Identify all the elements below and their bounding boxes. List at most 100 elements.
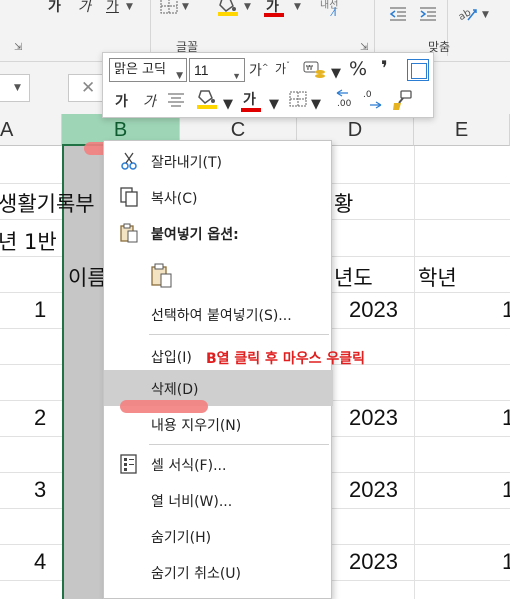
- chevron-down-icon[interactable]: ▼: [14, 83, 21, 93]
- decrease-indent-icon[interactable]: [388, 6, 408, 22]
- accounting-format-icon[interactable]: ₩: [303, 59, 327, 81]
- grade-cell[interactable]: 1: [502, 549, 510, 575]
- borders-icon[interactable]: [289, 91, 307, 107]
- number-cell[interactable]: 4: [34, 549, 46, 575]
- format-as-table-icon[interactable]: [407, 59, 429, 81]
- font-size-value: 11: [194, 62, 209, 78]
- launcher-icon[interactable]: ⇲: [14, 42, 22, 53]
- font-color-bar: [241, 108, 261, 112]
- year-header-cell[interactable]: 년도: [334, 262, 373, 292]
- fill-color-icon[interactable]: [195, 88, 217, 110]
- menu-item-label: 삽입(I): [151, 350, 192, 366]
- year-cell[interactable]: 2023: [349, 549, 398, 575]
- menu-item-label: 선택하여 붙여넣기(S)...: [151, 308, 292, 324]
- chevron-down-icon[interactable]: ▼: [182, 2, 189, 12]
- gridline: [414, 146, 415, 599]
- underline-button[interactable]: 가: [106, 0, 119, 16]
- italic-button[interactable]: 가: [143, 91, 156, 111]
- scissors-icon: [118, 150, 140, 172]
- year-cell[interactable]: 2023: [349, 297, 398, 323]
- menu-item-label: 숨기기 취소(U): [151, 566, 242, 582]
- italic-button[interactable]: 가: [78, 0, 91, 16]
- column-header-a[interactable]: A: [0, 114, 62, 146]
- wrap-icon[interactable]: ⁄ꟾ: [332, 8, 337, 19]
- menu-item-unhide[interactable]: 숨기기 취소(U): [104, 554, 333, 590]
- chevron-down-icon[interactable]: ▼: [294, 2, 301, 12]
- font-color-glyph: 가: [243, 92, 256, 108]
- number-cell[interactable]: 3: [34, 477, 46, 503]
- grade-cell[interactable]: 1: [502, 297, 510, 323]
- format-painter-icon[interactable]: [391, 89, 413, 111]
- shrink-font-button[interactable]: 가ˇ: [275, 60, 290, 77]
- paste-button[interactable]: [104, 255, 333, 295]
- context-menu: 잘라내기(T) 복사(C) 붙여넣기 옵션: 선택하여 붙여넣기(S)... 삽…: [103, 140, 333, 599]
- menu-item-label: 삭제(D): [151, 382, 199, 398]
- chevron-down-icon[interactable]: ▼: [311, 97, 321, 112]
- divider: [150, 0, 151, 56]
- copy-icon: [118, 186, 140, 208]
- font-color-button[interactable]: 가: [241, 89, 261, 112]
- align-center-icon[interactable]: [167, 92, 185, 108]
- chevron-down-icon[interactable]: ▼: [482, 10, 489, 20]
- name-box[interactable]: ▼: [0, 74, 30, 102]
- increase-indent-icon[interactable]: [418, 6, 438, 22]
- font-size-select[interactable]: 11 ▼: [189, 58, 245, 82]
- divider: [374, 0, 375, 56]
- increase-decimal-icon[interactable]: .00: [335, 87, 357, 113]
- mini-toolbar: 맑은 고딕 ▼ 11 ▼ 가^ 가ˇ ₩ ▼ % ❜ 가 가 ▼ 가 ▼ ▼ .00…: [102, 52, 434, 118]
- title-tail-cell[interactable]: 황: [334, 188, 353, 218]
- number-cell[interactable]: 2: [34, 405, 46, 431]
- percent-style-button[interactable]: %: [349, 58, 367, 80]
- menu-item-cut[interactable]: 잘라내기(T): [104, 143, 333, 179]
- chevron-down-icon[interactable]: ▼: [244, 2, 251, 12]
- grade-cell[interactable]: 1: [502, 405, 510, 431]
- menu-item-paste-special[interactable]: 선택하여 붙여넣기(S)...: [104, 296, 333, 332]
- menu-divider: [149, 444, 329, 445]
- grade-header-cell[interactable]: 학년: [418, 262, 457, 292]
- menu-item-label: 셀 서식(F)...: [151, 458, 227, 474]
- increase-decimal-label: .00: [337, 99, 352, 109]
- chevron-down-icon[interactable]: ▼: [223, 97, 233, 112]
- comma-style-button[interactable]: ❜: [381, 56, 388, 80]
- grow-font-glyph: 가: [249, 63, 262, 79]
- menu-item-label: 붙여넣기 옵션:: [151, 227, 239, 243]
- menu-item-label: 숨기기(H): [151, 530, 212, 546]
- year-cell[interactable]: 2023: [349, 405, 398, 431]
- orientation-icon[interactable]: ab: [456, 4, 478, 22]
- name-header-cell[interactable]: 이름: [68, 262, 107, 292]
- class-cell[interactable]: 년 1반: [0, 226, 57, 256]
- bold-button[interactable]: 가: [115, 91, 128, 111]
- column-header-e[interactable]: E: [414, 114, 510, 146]
- grow-font-button[interactable]: 가^: [249, 60, 269, 80]
- close-icon: ✕: [81, 78, 96, 98]
- borders-icon[interactable]: [160, 0, 178, 14]
- menu-item-label: 열 너비(W)...: [151, 494, 233, 510]
- clipboard-icon: [118, 222, 140, 244]
- bold-button[interactable]: 가: [48, 0, 61, 16]
- paste-options-header: 붙여넣기 옵션:: [104, 215, 333, 251]
- decrease-decimal-label: .0: [363, 90, 372, 100]
- svg-text:₩: ₩: [306, 64, 313, 72]
- year-cell[interactable]: 2023: [349, 477, 398, 503]
- title-cell[interactable]: 생활기록부: [0, 188, 95, 218]
- menu-item-copy[interactable]: 복사(C): [104, 179, 333, 215]
- grade-cell[interactable]: 1: [502, 477, 510, 503]
- chevron-down-icon[interactable]: ▼: [269, 97, 279, 112]
- highlight-mark: [120, 400, 208, 413]
- chevron-down-icon: ▼: [232, 71, 241, 81]
- svg-text:ab: ab: [457, 7, 473, 22]
- menu-item-hide[interactable]: 숨기기(H): [104, 518, 333, 554]
- chevron-down-icon[interactable]: ▼: [331, 66, 341, 81]
- annotation-text: B열 클릭 후 마우스 우클릭: [206, 351, 365, 367]
- menu-item-format-cells[interactable]: 셀 서식(F)...: [104, 446, 333, 482]
- number-cell[interactable]: 1: [34, 297, 46, 323]
- font-name-value: 맑은 고딕: [114, 62, 166, 77]
- menu-item-label: 잘라내기(T): [151, 155, 222, 171]
- font-name-select[interactable]: 맑은 고딕 ▼: [109, 58, 187, 82]
- font-color-button[interactable]: 가: [264, 0, 284, 17]
- decrease-decimal-icon[interactable]: .0: [361, 87, 383, 113]
- menu-item-column-width[interactable]: 열 너비(W)...: [104, 482, 333, 518]
- chevron-down-icon[interactable]: ▼: [126, 2, 133, 12]
- fill-color-icon[interactable]: [216, 0, 238, 16]
- format-cells-icon: [118, 453, 140, 475]
